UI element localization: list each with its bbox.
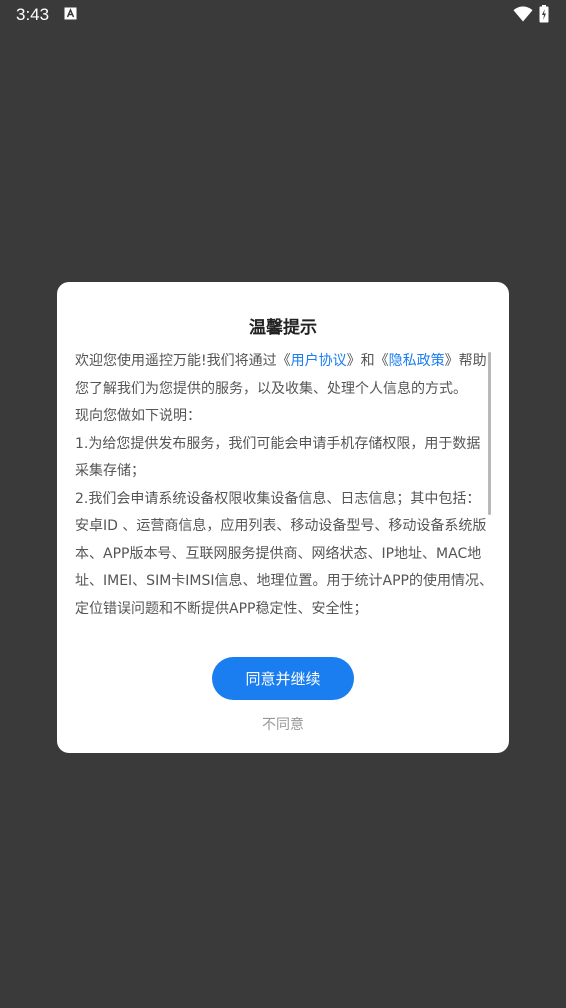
dialog-line: 2.我们会申请系统设备权限收集设备信息、日志信息；其中包括：安卓ID 、运营商信… [75, 490, 493, 617]
dialog-intro: 欢迎您使用遥控万能!我们将通过《用户协议》和《隐私政策》帮助您了解我们为您提供的… [75, 348, 493, 403]
dialog-scrollbar[interactable] [488, 352, 491, 515]
intro-prefix: 欢迎您使用遥控万能!我们将通过《 [75, 353, 291, 369]
dialog-line: 1.为给您提供发布服务，我们可能会申请手机存储权限，用于数据采集存储； [75, 435, 481, 480]
dialog-body[interactable]: 欢迎您使用遥控万能!我们将通过《用户协议》和《隐私政策》帮助您了解我们为您提供的… [75, 348, 493, 628]
a-box-icon [64, 7, 77, 20]
wifi-icon [513, 6, 533, 22]
status-time: 3:43 [16, 5, 50, 24]
user-agreement-link[interactable]: 用户协议 [291, 353, 347, 369]
status-bar: 3:43 [0, 0, 566, 30]
agree-button[interactable]: 同意并继续 [212, 657, 354, 700]
privacy-dialog: 温馨提示 欢迎您使用遥控万能!我们将通过《用户协议》和《隐私政策》帮助您了解我们… [57, 282, 509, 753]
privacy-policy-link[interactable]: 隐私政策 [389, 353, 445, 369]
intro-mid: 》和《 [346, 353, 389, 369]
battery-charging-icon [539, 5, 549, 23]
dialog-line: 现向您做如下说明： [75, 408, 201, 424]
dialog-title: 温馨提示 [249, 318, 317, 338]
disagree-button[interactable]: 不同意 [57, 714, 509, 734]
